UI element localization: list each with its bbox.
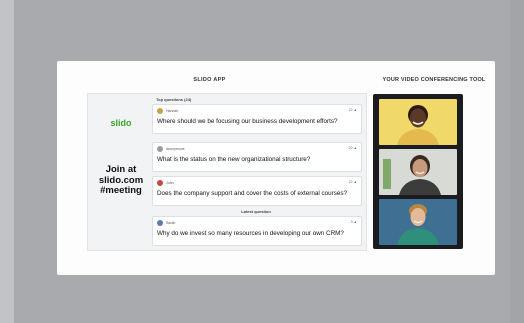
join-instructions: Join at slido.com #meeting [88,164,154,197]
participant-1-image [379,99,457,145]
slido-logo: slido [110,118,132,128]
question-card[interactable]: Hannah 22 ▲ Where should we be focusing … [152,104,362,134]
avatar [157,146,163,152]
slido-app-title: SLIDO APP [193,77,226,83]
thumbs-up-icon: ▲ [353,146,357,150]
slido-app-panel: slido Join at slido.com #meeting Top que… [87,93,367,251]
avatar [157,220,163,226]
like-count-value: 3 [350,220,353,224]
question-author: Hannah [166,109,179,113]
question-author: John [166,181,174,185]
question-text: Does the company support and cover the c… [157,190,348,197]
presentation-slide: SLIDO APP YOUR VIDEO CONFERENCING TOOL s… [57,61,495,275]
participant-video-tile[interactable] [379,99,457,145]
avatar [157,108,163,114]
like-count[interactable]: 22 ▲ [349,180,357,184]
video-conference-panel [373,94,463,249]
question-author: Anonymous [166,147,185,151]
like-count-value: 22 [348,108,353,112]
top-questions-label: Top questions (24) [156,97,192,102]
question-author: Sarah [166,221,176,225]
question-text: Why do we invest so many resources in de… [157,230,344,237]
brand-column: slido Join at slido.com #meeting [88,94,154,250]
latest-question-label: Latest question [241,209,271,214]
join-line-1: Join at [105,164,137,175]
question-text: Where should we be focusing our business… [157,118,338,125]
video-tool-title: YOUR VIDEO CONFERENCING TOOL [382,77,486,83]
left-gray-strip [0,0,14,323]
right-gray-strip [510,0,524,323]
participant-2-image [379,149,457,195]
participant-video-tile[interactable] [379,149,457,195]
thumbs-up-icon: ▲ [353,220,357,224]
thumbs-up-icon: ▲ [353,180,357,184]
participant-3-image [379,199,457,245]
thumbs-up-icon: ▲ [353,108,357,112]
avatar [157,180,163,186]
like-count[interactable]: 22 ▲ [349,108,357,112]
question-card[interactable]: Sarah 3 ▲ Why do we invest so many resou… [152,216,362,246]
participant-video-tile[interactable] [379,199,457,245]
like-count-value: 20 [348,146,353,150]
question-card[interactable]: Anonymous 20 ▲ What is the status on the… [152,142,362,172]
like-count[interactable]: 3 ▲ [351,220,357,224]
like-count[interactable]: 20 ▲ [349,146,357,150]
question-card[interactable]: John 22 ▲ Does the company support and c… [152,176,362,206]
join-line-3: #meeting [100,185,142,196]
question-text: What is the status on the new organizati… [157,156,311,163]
like-count-value: 22 [348,180,353,184]
